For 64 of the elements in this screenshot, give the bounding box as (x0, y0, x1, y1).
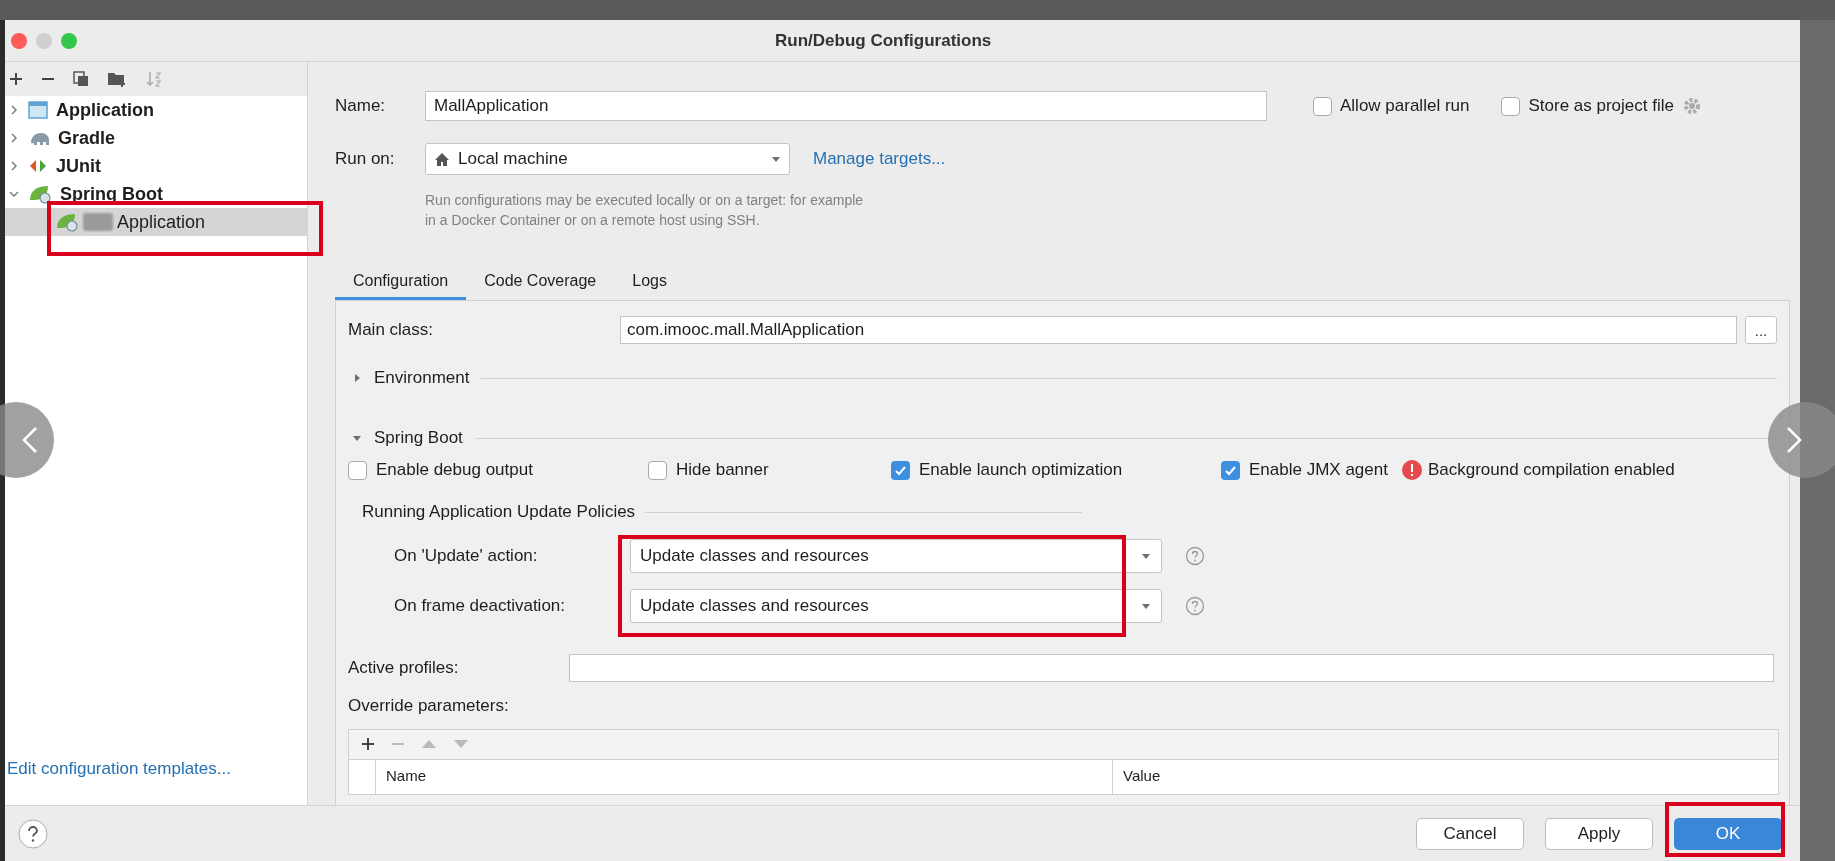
run-on-dropdown[interactable]: Local machine (425, 143, 790, 175)
warning-text: Background compilation enabled (1427, 459, 1675, 482)
checkbox[interactable] (1313, 96, 1332, 116)
active-profiles-field[interactable] (569, 654, 1774, 682)
chevron-right-icon (1786, 426, 1802, 454)
checkbox[interactable] (648, 460, 667, 480)
caret-down-icon[interactable] (352, 433, 362, 443)
help-icon[interactable] (18, 818, 48, 849)
caret-down-icon[interactable] (771, 154, 781, 164)
tree-item[interactable]: Gradle (58, 129, 116, 147)
close-window-button[interactable] (11, 32, 27, 49)
option-label: Hide banner (676, 459, 769, 482)
column-header: Name (376, 759, 1113, 794)
policy-label: On frame deactivation: (394, 595, 567, 618)
tree-item[interactable]: Application (56, 101, 154, 119)
checkbox[interactable] (891, 460, 910, 480)
caret-down-icon[interactable] (1141, 551, 1151, 561)
chevron-left-icon (22, 426, 38, 454)
add-icon[interactable] (9, 72, 23, 86)
caret-down-icon[interactable] (1141, 601, 1151, 611)
name-field[interactable]: MallApplication (425, 91, 1267, 121)
ok-button[interactable]: OK (1674, 817, 1782, 850)
folder-add-icon[interactable] (107, 71, 127, 87)
section-title[interactable]: Environment (374, 365, 470, 391)
policy-dropdown[interactable]: Update classes and resources (630, 539, 1162, 573)
edit-templates-link[interactable]: Edit configuration templates... (5, 755, 307, 805)
checkbox[interactable] (1501, 96, 1521, 116)
option-label: Enable launch optimization (919, 459, 1123, 482)
run-on-label: Run on: (335, 148, 396, 171)
manage-targets-link[interactable]: Manage targets... (813, 146, 946, 172)
home-icon (434, 151, 450, 167)
tree-item[interactable]: JUnit (56, 157, 101, 175)
option-label: Allow parallel run (1340, 95, 1470, 118)
option-label: Store as project file (1528, 95, 1674, 118)
main-class-label: Main class: (348, 319, 435, 342)
tab[interactable]: Code Coverage (466, 264, 615, 300)
error-icon (1401, 460, 1422, 480)
tree-item[interactable]: Application (5, 208, 307, 236)
caret-right-icon[interactable] (352, 373, 362, 383)
window-icon (28, 101, 48, 119)
browse-button[interactable]: ... (1745, 316, 1777, 344)
add-icon[interactable] (361, 737, 375, 751)
main-class-field[interactable]: com.imooc.mall.MallApplication (620, 316, 1737, 344)
checkbox[interactable] (1221, 460, 1240, 480)
option-label: Enable debug output (376, 459, 533, 482)
option-label: Enable JMX agent (1249, 459, 1388, 482)
dialog-button[interactable]: Cancel (1416, 817, 1524, 850)
leaf-icon (55, 212, 79, 232)
column-header: Value (1122, 766, 1161, 787)
active-profiles-label: Active profiles: (348, 657, 460, 680)
override-label: Override parameters: (348, 695, 510, 717)
junit-icon (28, 157, 48, 175)
hint-text: Run configurations may be executed locally or on a target: for example in a Docker Container or on a remote host using SSH. (425, 191, 865, 230)
name-label: Name: (335, 95, 387, 118)
checkbox[interactable] (348, 460, 367, 480)
policy-dropdown[interactable]: Update classes and resources (630, 589, 1162, 623)
policy-label: On 'Update' action: (394, 545, 539, 568)
tab[interactable]: Logs (614, 264, 685, 300)
leaf-icon (28, 184, 52, 204)
dialog-button[interactable]: Apply (1545, 817, 1653, 850)
window-title: Run/Debug Configurations (775, 29, 992, 52)
section-title[interactable]: Spring Boot (374, 425, 463, 451)
group-title: Running Application Update Policies (362, 501, 636, 524)
copy-icon[interactable] (73, 71, 89, 87)
